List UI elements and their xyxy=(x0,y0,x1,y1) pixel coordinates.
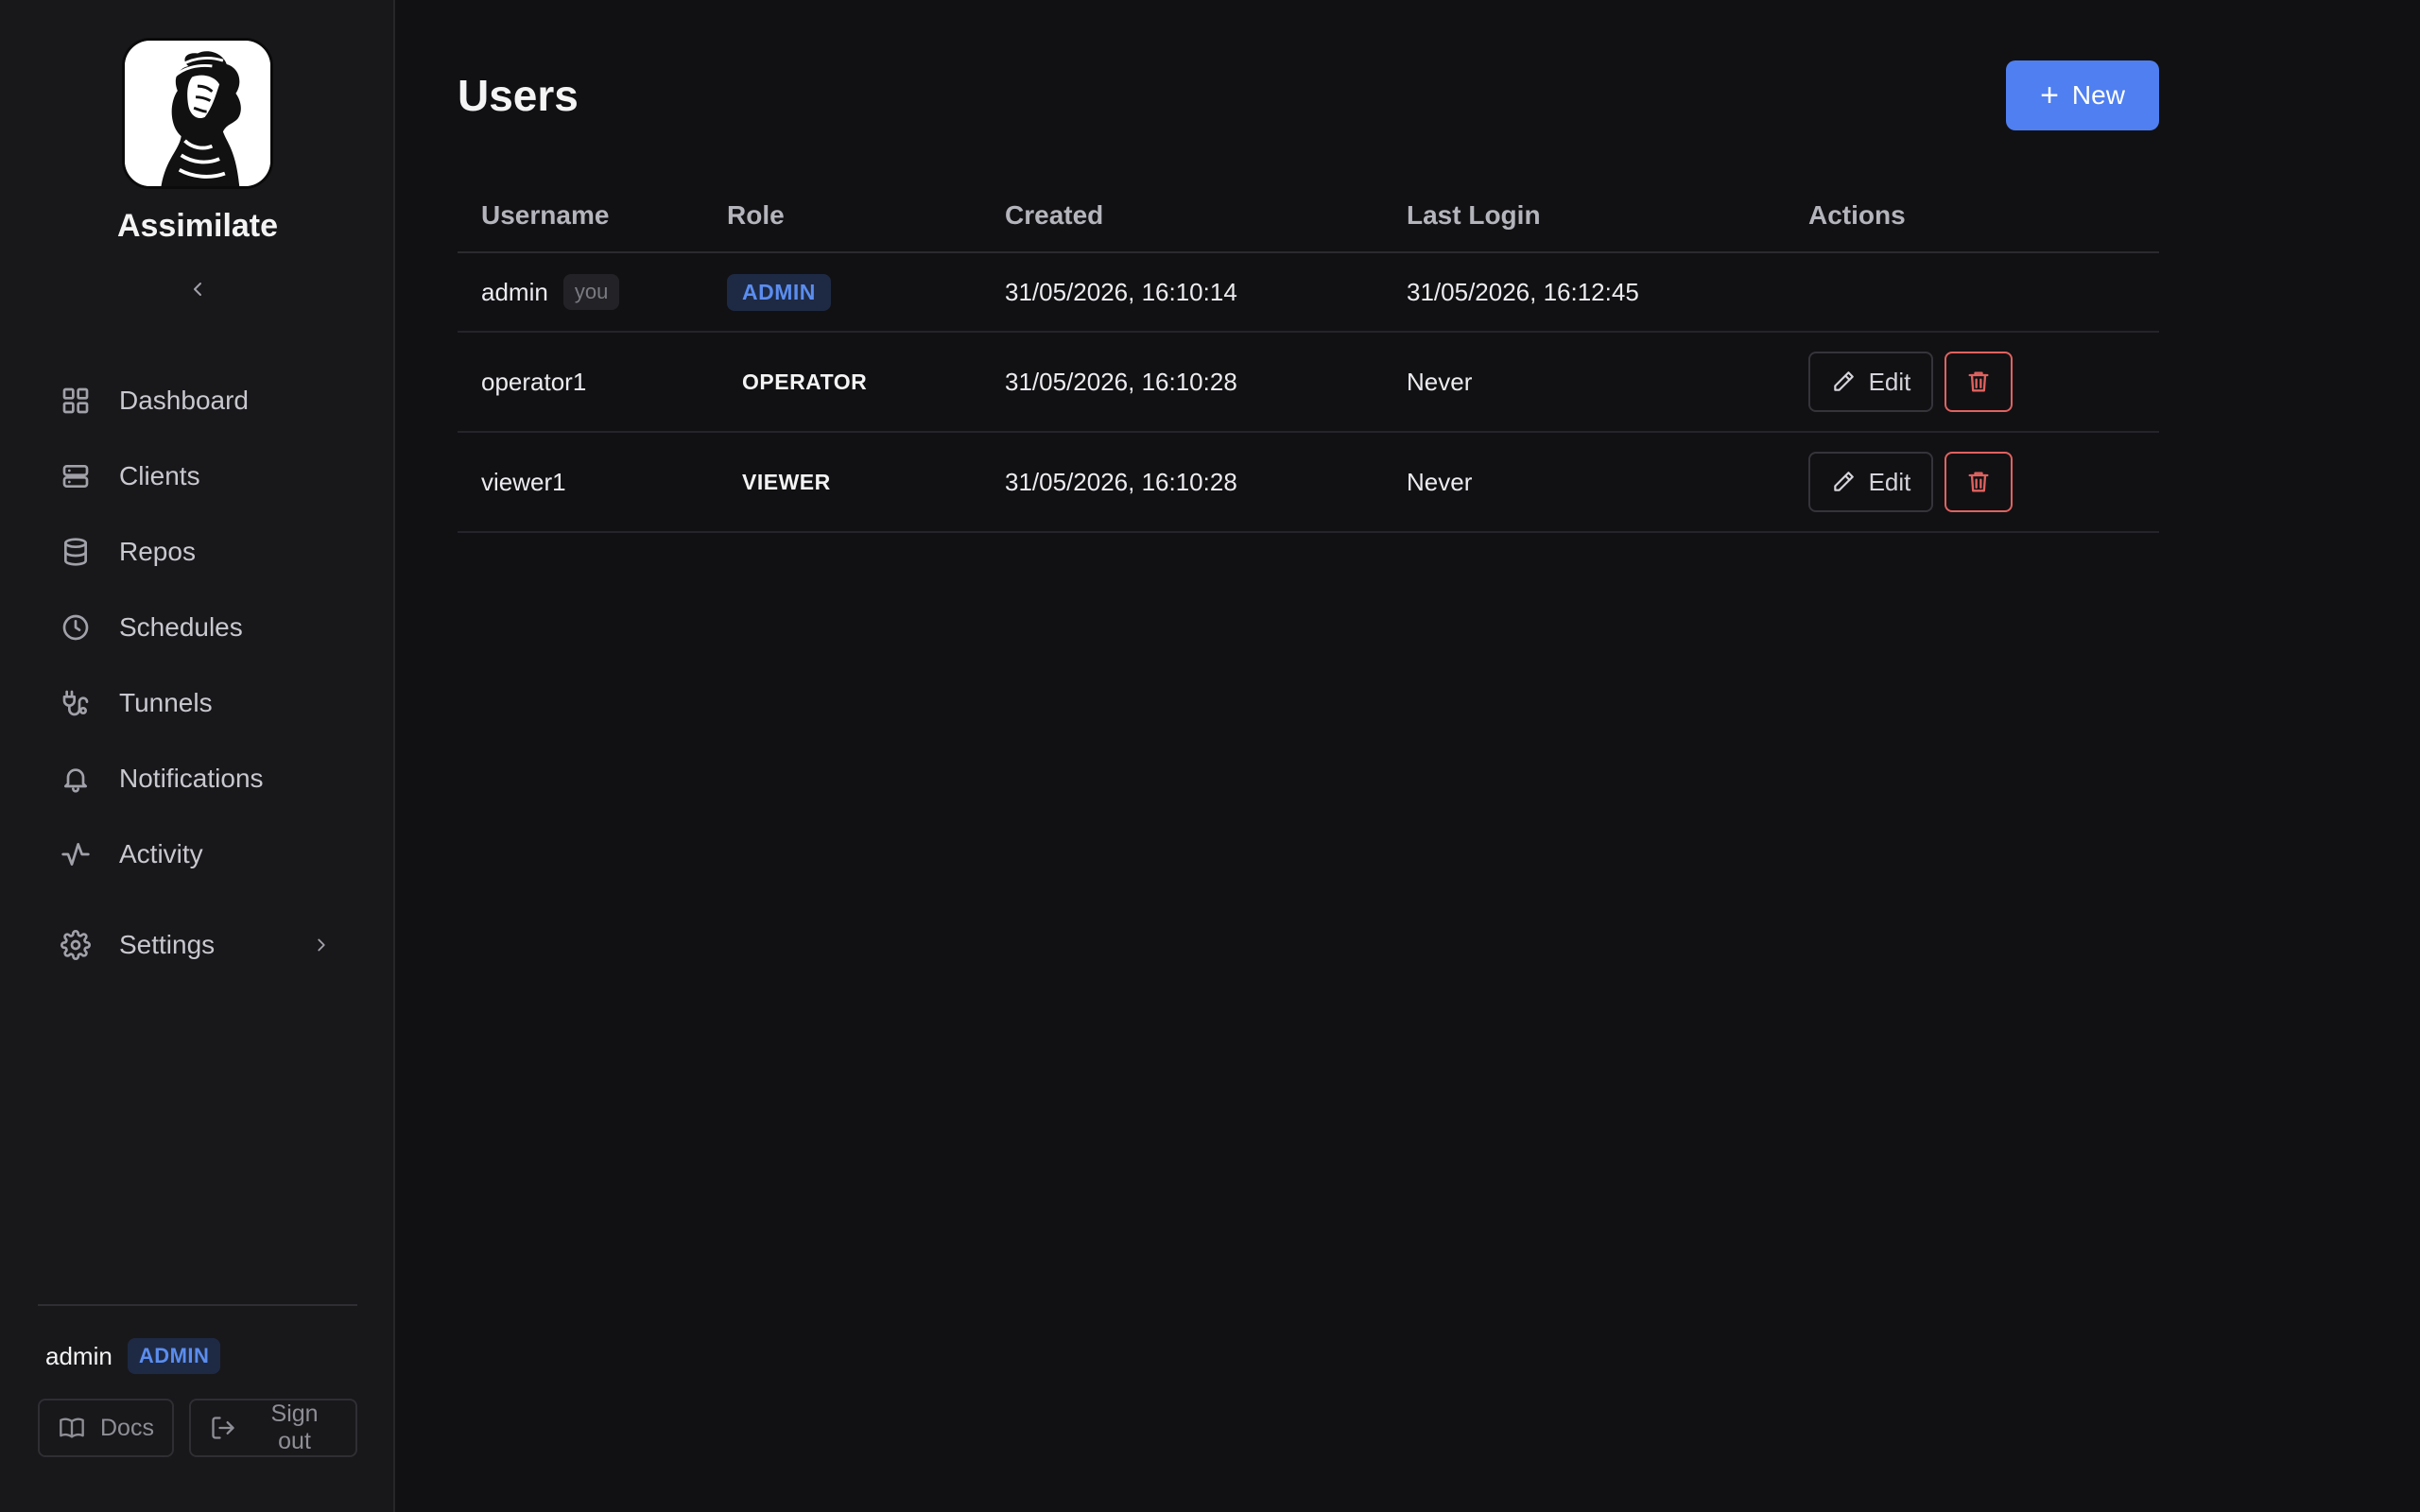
table-row: viewer1 VIEWER 31/05/2026, 16:10:28 Neve… xyxy=(458,433,2159,533)
cell-role: OPERATOR xyxy=(727,369,1005,395)
cell-actions: Edit xyxy=(1808,452,2159,512)
bell-icon xyxy=(59,762,93,796)
logout-icon xyxy=(210,1414,237,1442)
app-name: Assimilate xyxy=(116,208,279,244)
cell-last-login: Never xyxy=(1407,367,1473,396)
book-icon xyxy=(59,1414,85,1442)
cell-created: 31/05/2026, 16:10:28 xyxy=(1005,367,1237,396)
edit-user-button[interactable]: Edit xyxy=(1808,452,1933,512)
logo-image xyxy=(125,41,270,186)
username-text: admin xyxy=(481,277,548,306)
users-table: Username Role Created Last Login Actions… xyxy=(458,180,2159,533)
plug-icon xyxy=(59,686,93,720)
pencil-icon xyxy=(1831,469,1858,495)
pencil-icon xyxy=(1831,369,1858,395)
cell-created: 31/05/2026, 16:10:28 xyxy=(1005,467,1237,496)
sidebar-item-label: Clients xyxy=(119,461,200,490)
username-text: operator1 xyxy=(481,367,587,396)
sidebar-footer: admin ADMIN Docs Sign out xyxy=(38,1304,357,1457)
sidebar-item-label: Notifications xyxy=(119,764,264,793)
chevron-right-icon xyxy=(306,930,337,960)
sidebar-item-repos[interactable]: Repos xyxy=(38,514,357,590)
page-title: Users xyxy=(458,71,579,120)
plus-icon: + xyxy=(2040,77,2059,113)
sidebar-item-clients[interactable]: Clients xyxy=(38,438,357,514)
column-header-last-login[interactable]: Last Login xyxy=(1407,200,1808,231)
server-icon xyxy=(59,459,93,493)
sign-out-label: Sign out xyxy=(270,1400,319,1454)
main-content: Users + New Username Role Created Last L… xyxy=(395,0,2420,1512)
current-user: admin ADMIN xyxy=(38,1338,357,1374)
clock-icon xyxy=(59,610,93,644)
cell-created: 31/05/2026, 16:10:14 xyxy=(1005,277,1237,306)
sidebar-item-label: Repos xyxy=(119,537,196,566)
cell-role: ADMIN xyxy=(727,273,1005,311)
sidebar-item-dashboard[interactable]: Dashboard xyxy=(38,363,357,438)
role-badge: OPERATOR xyxy=(742,369,868,394)
cell-username: operator1 xyxy=(458,368,727,397)
chevron-left-icon xyxy=(194,283,201,296)
role-badge: ADMIN xyxy=(727,273,831,311)
new-user-button[interactable]: + New xyxy=(2006,60,2159,130)
cell-role: VIEWER xyxy=(727,470,1005,495)
sidebar-item-tunnels[interactable]: Tunnels xyxy=(38,665,357,741)
username-text: viewer1 xyxy=(481,467,566,496)
column-header-created[interactable]: Created xyxy=(1005,200,1407,231)
column-header-username[interactable]: Username xyxy=(458,200,727,231)
gear-icon xyxy=(59,928,93,962)
edit-label: Edit xyxy=(1868,467,1911,496)
current-username: admin xyxy=(45,1341,112,1370)
trash-icon xyxy=(1968,371,1989,392)
cell-username: admin you xyxy=(458,274,727,310)
sidebar-item-schedules[interactable]: Schedules xyxy=(38,590,357,665)
new-user-label: New xyxy=(2071,80,2125,110)
delete-user-button[interactable] xyxy=(1945,452,2013,512)
activity-icon xyxy=(59,837,93,871)
sidebar-item-label: Schedules xyxy=(119,612,243,642)
sidebar-item-label: Settings xyxy=(119,930,216,959)
cell-actions: Edit xyxy=(1808,352,2159,412)
you-badge: you xyxy=(562,274,620,310)
sidebar-item-label: Dashboard xyxy=(119,386,249,415)
sidebar-nav: Dashboard Clients Repos Schedules Tunnel… xyxy=(38,363,357,983)
cell-last-login: Never xyxy=(1407,467,1473,496)
table-header: Username Role Created Last Login Actions xyxy=(458,180,2159,253)
cell-username: viewer1 xyxy=(458,468,727,497)
delete-user-button[interactable] xyxy=(1945,352,2013,412)
sign-out-button[interactable]: Sign out xyxy=(189,1399,357,1457)
docs-button[interactable]: Docs xyxy=(38,1399,174,1457)
sidebar-item-label: Tunnels xyxy=(119,688,213,717)
sidebar: Assimilate Dashboard Clients Repos Sched… xyxy=(0,0,395,1512)
table-row: operator1 OPERATOR 31/05/2026, 16:10:28 … xyxy=(458,333,2159,433)
column-header-role[interactable]: Role xyxy=(727,200,1005,231)
edit-user-button[interactable]: Edit xyxy=(1808,352,1933,412)
footer-buttons: Docs Sign out xyxy=(38,1399,357,1457)
dashboard-icon xyxy=(59,384,93,418)
trash-icon xyxy=(1968,472,1989,492)
sidebar-item-settings[interactable]: Settings xyxy=(38,907,357,983)
role-badge: VIEWER xyxy=(742,469,831,494)
cell-last-login: 31/05/2026, 16:12:45 xyxy=(1407,277,1639,306)
sidebar-item-activity[interactable]: Activity xyxy=(38,816,357,892)
column-header-actions: Actions xyxy=(1808,200,1906,230)
table-row: admin you ADMIN 31/05/2026, 16:10:14 31/… xyxy=(458,253,2159,333)
edit-label: Edit xyxy=(1868,367,1911,396)
app-root: Assimilate Dashboard Clients Repos Sched… xyxy=(0,0,2420,1512)
database-icon xyxy=(59,535,93,569)
sidebar-item-label: Activity xyxy=(119,839,203,868)
current-user-role-badge: ADMIN xyxy=(127,1338,221,1374)
app-logo xyxy=(122,38,273,189)
sidebar-item-notifications[interactable]: Notifications xyxy=(38,741,357,816)
docs-label: Docs xyxy=(100,1414,154,1441)
collapse-sidebar-button[interactable] xyxy=(182,274,213,304)
